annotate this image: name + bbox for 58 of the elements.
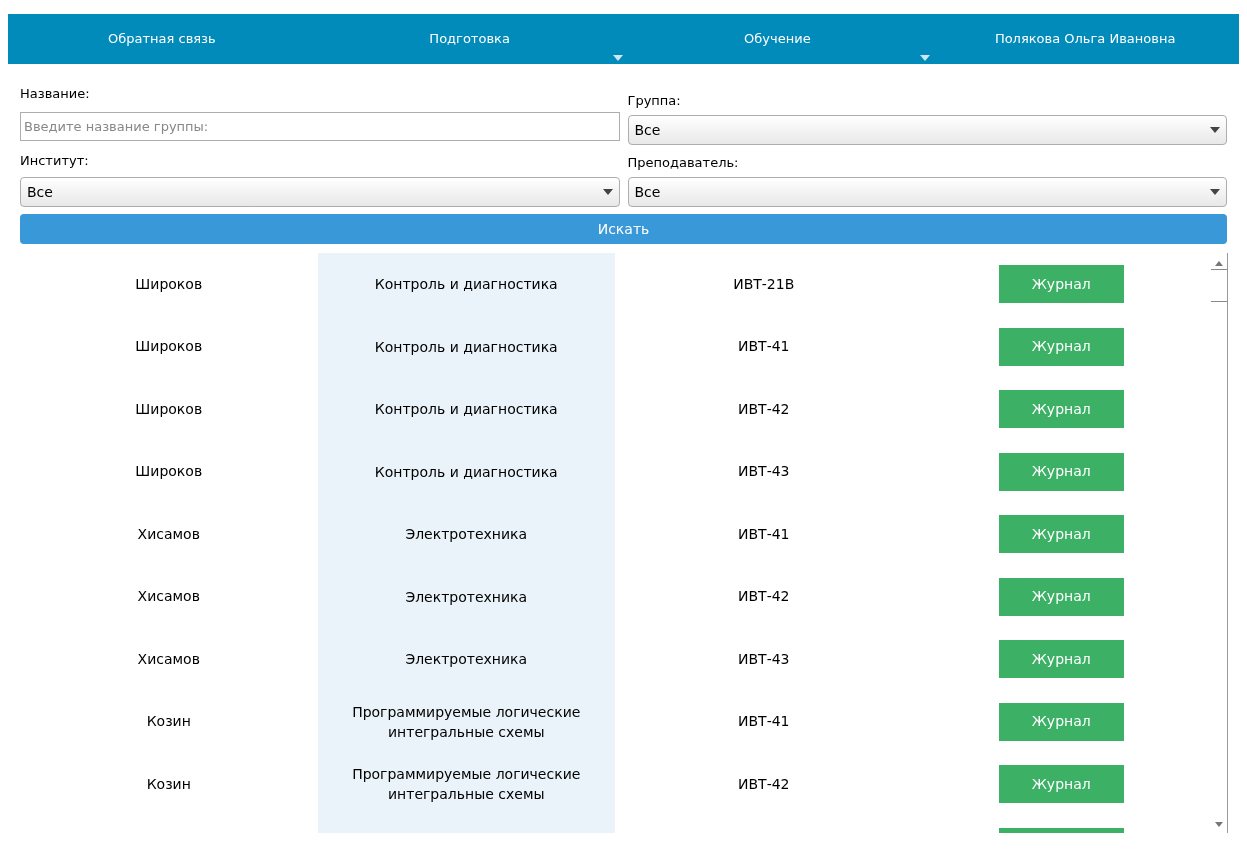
group-select[interactable]: Все — [627, 115, 1227, 145]
group-cell-text: ИВТ-42 — [738, 399, 790, 419]
institute-select[interactable]: Все — [20, 177, 620, 207]
teacher-cell-text: Хисамов — [137, 587, 200, 607]
journal-button[interactable]: Журнал — [998, 577, 1124, 616]
scroll-up-icon — [1215, 261, 1223, 266]
journal-button[interactable]: Журнал — [998, 515, 1124, 554]
group-cell-text: ИВТ-42 — [738, 587, 790, 607]
journal-button[interactable]: Журнал — [998, 390, 1124, 429]
subject-cell: Электротехника — [317, 565, 615, 628]
journal-button[interactable]: Журнал — [998, 640, 1124, 679]
group-cell-text: ИВТ-21В — [733, 274, 795, 294]
teacher-cell-text: Широков — [135, 462, 203, 482]
teacher-cell-text: Козин — [146, 712, 191, 732]
caret-icon — [602, 189, 613, 195]
subject-cell: Электротехника — [317, 503, 615, 566]
caret-icon — [1210, 189, 1220, 195]
scroll-thumb[interactable] — [1211, 269, 1227, 302]
subject-cell: Программируемые логические интегральные схемы — [317, 690, 615, 753]
teacher-cell-text: Козин — [146, 774, 191, 794]
teacher-cell-text: Широков — [135, 337, 203, 357]
field-label: Название: — [20, 85, 91, 103]
journal-button[interactable]: Журнал — [998, 702, 1124, 741]
caret-icon — [1210, 127, 1220, 133]
field-label: Институт: — [20, 152, 90, 170]
teacher-cell-text: Широков — [135, 399, 203, 419]
field-label: Преподаватель: — [627, 154, 740, 172]
group-name-input[interactable]: Введите название группы: — [20, 112, 620, 141]
subject-cell: Программируемые логические интегральные схемы — [317, 753, 615, 816]
teacher-cell-text: Широков — [135, 274, 203, 294]
group-cell-text: ИВТ-41 — [738, 524, 790, 544]
group-cell-text: ИВТ-41 — [738, 712, 790, 732]
scroll-down-icon — [1215, 822, 1223, 827]
journal-button[interactable]: Журнал — [998, 452, 1124, 491]
group-cell-text: ИВТ-41 — [738, 337, 790, 357]
subject-cell: Контроль и диагностика — [317, 440, 615, 503]
subject-cell: Электротехника — [317, 628, 615, 691]
select-value: Все — [634, 120, 661, 140]
group-cell-text: ИВТ-43 — [738, 462, 790, 482]
nav-item[interactable]: Полякова Ольга Ивановна — [931, 14, 1239, 64]
teacher-cell-text: Хисамов — [137, 649, 200, 669]
journal-button[interactable]: Журнал — [998, 765, 1124, 804]
teacher-select[interactable]: Все — [627, 177, 1227, 207]
nav-item[interactable]: Обратная связь — [8, 14, 316, 64]
journal-button[interactable]: Журнал — [998, 327, 1124, 366]
subject-cell: Контроль и диагностика — [317, 253, 615, 316]
nav-item[interactable]: Обучение — [623, 14, 932, 64]
journal-button[interactable]: Журнал — [998, 265, 1124, 304]
field-label: Группа: — [627, 92, 682, 110]
nav-item[interactable]: Подготовка — [315, 14, 624, 64]
select-value: Все — [634, 182, 661, 202]
group-cell-text: ИВТ-43 — [738, 649, 790, 669]
subject-cell: Контроль и диагностика — [317, 378, 615, 441]
search-button[interactable]: Искать — [20, 214, 1227, 244]
select-value: Все — [27, 182, 53, 202]
group-cell-text: ИВТ-42 — [738, 774, 790, 794]
subject-cell: Контроль и диагностика — [317, 315, 615, 378]
teacher-cell-text: Хисамов — [137, 524, 200, 544]
